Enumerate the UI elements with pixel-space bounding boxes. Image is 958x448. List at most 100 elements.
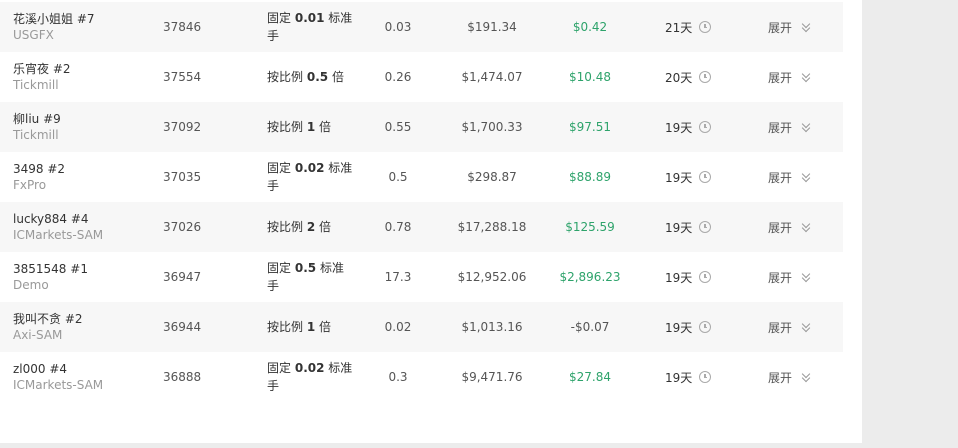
lots-value: 0.03: [384, 20, 412, 34]
copy-mode-prefix: 按比例: [267, 220, 304, 234]
copy-mode-prefix: 固定: [267, 261, 292, 275]
clock-icon[interactable]: [699, 21, 712, 33]
broker-name: ICMarkets-SAM: [13, 378, 104, 392]
trader-name[interactable]: 乐宵夜 #2: [13, 61, 71, 77]
trader-cell: lucky884 #4 ICMarkets-SAM: [13, 202, 153, 252]
profit-value: -$0.07: [570, 320, 610, 334]
duration-text: 20天: [665, 70, 693, 85]
table-row: 3498 #2 FxPro 37035 固定 0.02 标准手 0.5 $298…: [0, 152, 843, 202]
double-chevron-down-icon: [801, 369, 811, 383]
copy-mode-prefix: 固定: [267, 361, 292, 375]
broker-name: USGFX: [13, 28, 54, 42]
double-chevron-down-icon: [801, 119, 811, 133]
expand-label: 展开: [768, 120, 793, 135]
copy-mode-prefix: 固定: [267, 161, 292, 175]
table-row: lucky884 #4 ICMarkets-SAM 37026 按比例 2 倍 …: [0, 202, 843, 252]
copy-mode-text: 固定 0.02 标准手: [267, 159, 355, 195]
clock-icon[interactable]: [699, 371, 712, 383]
double-chevron-down-icon: [801, 319, 811, 333]
duration-text: 21天: [665, 20, 693, 35]
copy-mode-text: 固定 0.5 标准手: [267, 259, 355, 295]
profit-value: $2,896.23: [559, 270, 621, 284]
order-id: 36947: [163, 270, 202, 284]
copy-mode-prefix: 按比例: [267, 70, 304, 84]
copy-mode-text: 按比例 0.5 倍: [267, 68, 344, 86]
profit-value: $27.84: [569, 370, 611, 384]
equity-value: $191.34: [467, 20, 517, 34]
copy-mode-prefix: 按比例: [267, 320, 304, 334]
order-id: 37554: [163, 70, 202, 84]
duration-text: 19天: [665, 270, 693, 285]
expand-label: 展开: [768, 270, 793, 285]
double-chevron-down-icon: [801, 169, 811, 183]
clock-icon[interactable]: [699, 121, 712, 133]
copy-mode-text: 按比例 2 倍: [267, 218, 331, 236]
clock-icon[interactable]: [699, 171, 712, 183]
profit-value: $0.42: [572, 20, 608, 34]
trader-cell: 乐宵夜 #2 Tickmill: [13, 52, 153, 102]
double-chevron-down-icon: [801, 219, 811, 233]
expand-button[interactable]: 展开: [768, 352, 828, 402]
profit-value: $125.59: [565, 220, 615, 234]
copy-mode-text: 固定 0.01 标准手: [267, 9, 355, 45]
duration-cell: 19天: [665, 302, 725, 352]
trader-name[interactable]: 3851548 #1: [13, 261, 88, 277]
copy-mode: 按比例 1 倍: [267, 302, 359, 352]
clock-icon[interactable]: [699, 321, 712, 333]
equity-value: $12,952.06: [457, 270, 527, 284]
copy-mode-suffix: 倍: [319, 320, 332, 334]
clock-icon[interactable]: [699, 271, 712, 283]
clock-icon[interactable]: [699, 71, 712, 83]
copy-mode-value: 0.02: [294, 361, 325, 375]
duration-text: 19天: [665, 320, 693, 335]
trader-name[interactable]: 3498 #2: [13, 161, 65, 177]
copy-mode: 按比例 1 倍: [267, 102, 359, 152]
copy-mode-value: 0.5: [294, 261, 317, 275]
double-chevron-down-icon: [801, 19, 811, 33]
duration-text: 19天: [665, 170, 693, 185]
lots-value: 0.3: [388, 370, 408, 384]
copy-mode: 固定 0.01 标准手: [267, 2, 355, 52]
expand-button[interactable]: 展开: [768, 2, 828, 52]
expand-button[interactable]: 展开: [768, 102, 828, 152]
duration-cell: 19天: [665, 152, 725, 202]
expand-button[interactable]: 展开: [768, 252, 828, 302]
copy-mode-value: 1: [306, 320, 316, 334]
equity-value: $1,700.33: [461, 120, 523, 134]
trader-name[interactable]: 花溪小姐姐 #7: [13, 11, 95, 27]
copy-mode-prefix: 固定: [267, 11, 292, 25]
duration-cell: 19天: [665, 352, 725, 402]
copy-mode-value: 0.02: [294, 161, 325, 175]
lots-value: 0.55: [384, 120, 412, 134]
clock-icon[interactable]: [699, 221, 712, 233]
profit-value: $88.89: [569, 170, 611, 184]
copy-trade-table: 花溪小姐姐 #7 USGFX 37846 固定 0.01 标准手 0.03 $1…: [0, 0, 862, 443]
expand-label: 展开: [768, 320, 793, 335]
table-row: 我叫不贪 #2 Axi-SAM 36944 按比例 1 倍 0.02 $1,01…: [0, 302, 843, 352]
equity-value: $9,471.76: [461, 370, 523, 384]
broker-name: FxPro: [13, 178, 47, 192]
expand-button[interactable]: 展开: [768, 302, 828, 352]
copy-mode: 固定 0.02 标准手: [267, 152, 355, 202]
trader-name[interactable]: lucky884 #4: [13, 211, 89, 227]
broker-name: Tickmill: [13, 78, 59, 92]
trader-name[interactable]: zl000 #4: [13, 361, 67, 377]
double-chevron-down-icon: [801, 269, 811, 283]
copy-mode-value: 2: [306, 220, 316, 234]
trader-cell: 3498 #2 FxPro: [13, 152, 153, 202]
equity-value: $298.87: [467, 170, 517, 184]
duration-text: 19天: [665, 120, 693, 135]
expand-button[interactable]: 展开: [768, 202, 828, 252]
trader-name[interactable]: 柳liu #9: [13, 111, 61, 127]
order-id: 37092: [163, 120, 202, 134]
trader-name[interactable]: 我叫不贪 #2: [13, 311, 83, 327]
expand-button[interactable]: 展开: [768, 152, 828, 202]
lots-value: 0.02: [384, 320, 412, 334]
expand-label: 展开: [768, 220, 793, 235]
copy-mode-value: 0.01: [294, 11, 325, 25]
lots-value: 0.5: [388, 170, 408, 184]
duration-cell: 20天: [665, 52, 725, 102]
copy-mode-suffix: 倍: [319, 220, 332, 234]
order-id: 37035: [163, 170, 202, 184]
expand-button[interactable]: 展开: [768, 52, 828, 102]
